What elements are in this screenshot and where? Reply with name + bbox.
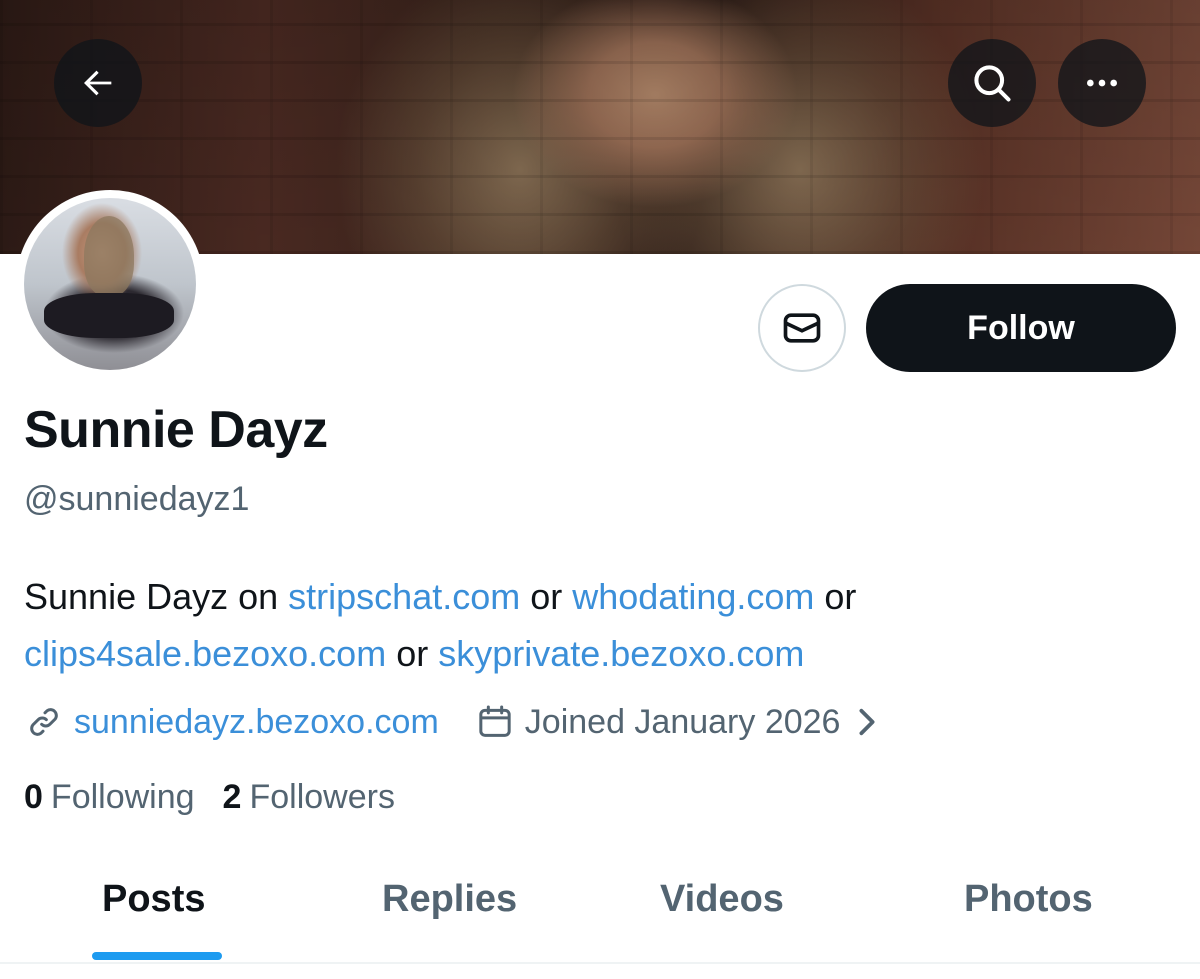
bio-link-whodating[interactable]: whodating.com — [572, 576, 814, 617]
avatar-image — [24, 198, 196, 370]
user-handle: @sunniedayz1 — [24, 480, 250, 518]
bio-separator: or — [520, 576, 573, 617]
profile-meta: sunniedayz.bezoxo.com Joined January 202… — [24, 700, 880, 744]
profile-bio: Sunnie Dayz on stripschat.com or whodati… — [24, 568, 1174, 682]
calendar-icon — [479, 705, 511, 737]
display-name: Sunnie Dayz — [24, 401, 328, 459]
message-button[interactable] — [758, 284, 846, 372]
avatar[interactable] — [16, 190, 204, 378]
following-label: Following — [50, 778, 195, 816]
joined-label: Joined January 2026 — [524, 702, 841, 741]
banner-shade — [0, 0, 1200, 254]
envelope-icon — [783, 313, 821, 343]
link-icon — [30, 708, 58, 736]
avatar-body — [44, 293, 174, 338]
bio-link-clips4sale[interactable]: clips4sale.bezoxo.com — [24, 633, 386, 674]
bio-separator: or — [814, 576, 857, 617]
tab-photos[interactable]: Photos — [964, 878, 1093, 921]
profile-website-link[interactable]: sunniedayz.bezoxo.com — [74, 703, 439, 742]
search-button[interactable] — [948, 39, 1036, 127]
joined-date[interactable]: Joined January 2026 — [475, 702, 881, 742]
more-horizontal-icon — [1087, 79, 1117, 87]
back-button[interactable] — [54, 39, 142, 127]
following-count: 0 — [24, 778, 43, 816]
bio-link-skyprivate[interactable]: skyprivate.bezoxo.com — [438, 633, 804, 674]
search-icon — [974, 65, 1011, 102]
arrow-left-icon — [84, 70, 112, 96]
following-link[interactable]: 0 Following — [24, 778, 195, 817]
tab-replies[interactable]: Replies — [382, 878, 517, 921]
more-options-button[interactable] — [1058, 39, 1146, 127]
followers-label: Followers — [249, 778, 395, 816]
active-tab-indicator — [92, 952, 222, 960]
profile-tabs: Posts Replies Videos Photos — [0, 860, 1200, 964]
profile-banner[interactable] — [0, 0, 1200, 254]
chevron-right-icon — [854, 707, 880, 737]
avatar-hair — [84, 216, 134, 296]
follow-button[interactable]: Follow — [866, 284, 1176, 372]
followers-link[interactable]: 2 Followers — [223, 778, 395, 817]
bio-text: Sunnie Dayz on — [24, 576, 289, 617]
tab-videos[interactable]: Videos — [660, 878, 784, 921]
followers-count: 2 — [222, 778, 242, 816]
follow-stats: 0 Following 2 Followers — [24, 778, 423, 817]
bio-separator: or — [386, 633, 439, 674]
bio-link-stripschat[interactable]: stripschat.com — [288, 576, 520, 617]
tab-posts[interactable]: Posts — [102, 878, 205, 921]
